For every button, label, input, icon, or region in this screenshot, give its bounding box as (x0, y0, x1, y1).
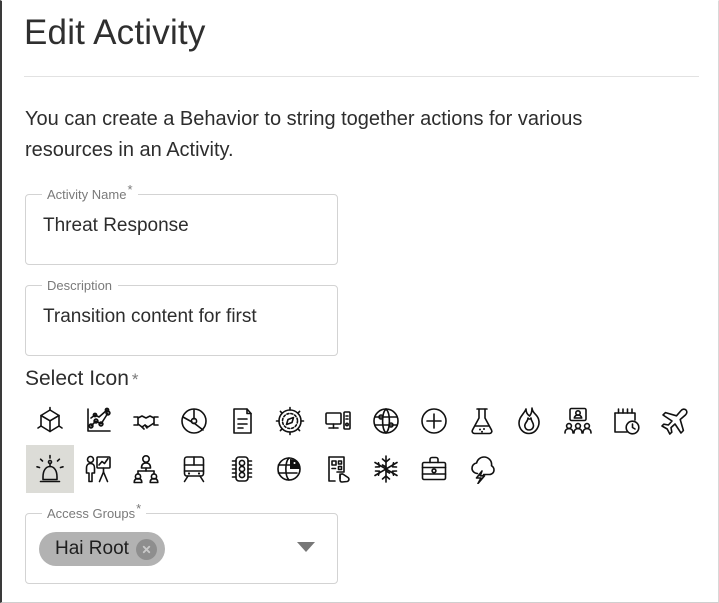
icon-option-flask-icon[interactable] (458, 397, 506, 445)
touch-panel-icon (328, 456, 350, 483)
icon-option-globe-pie-icon[interactable] (266, 445, 314, 493)
icon-option-compass-icon[interactable] (266, 397, 314, 445)
access-groups-label: Access Groups* (42, 502, 147, 521)
access-group-chip-label: Hai Root (55, 538, 129, 559)
globe-icon (373, 408, 399, 434)
access-group-chip[interactable]: Hai Root (39, 532, 165, 566)
description-input[interactable]: Transition content for first (43, 306, 328, 328)
icon-option-handshake-icon[interactable] (122, 397, 170, 445)
close-icon[interactable] (135, 538, 157, 560)
icon-option-calendar-clock-icon[interactable] (602, 397, 650, 445)
header-divider (24, 76, 699, 77)
icon-option-briefcase-icon[interactable] (410, 445, 458, 493)
document-icon (233, 408, 252, 434)
icon-option-plus-circle-icon[interactable] (410, 397, 458, 445)
plus-circle-icon (421, 408, 447, 434)
activity-name-label: Activity Name* (42, 183, 138, 202)
activity-name-field[interactable]: Activity Name* Threat Response (25, 183, 338, 265)
access-groups-label-text: Access Groups (47, 506, 136, 521)
icon-option-fire-icon[interactable] (506, 397, 554, 445)
video-conference-icon (564, 407, 592, 434)
compass-icon (275, 406, 305, 436)
select-icon-heading-text: Select Icon (25, 367, 129, 390)
line-chart-icon (87, 407, 111, 432)
icon-option-touch-panel-icon[interactable] (314, 445, 362, 493)
description-label-text: Description (47, 278, 113, 293)
icon-option-line-chart-icon[interactable] (74, 397, 122, 445)
briefcase-icon (421, 456, 447, 481)
airplane-icon (661, 408, 688, 435)
description-label: Description (42, 278, 119, 293)
icon-option-desktop-computer-icon[interactable] (314, 397, 362, 445)
desktop-computer-icon (325, 411, 351, 430)
activity-name-label-text: Activity Name (47, 187, 127, 202)
description-field[interactable]: Description Transition content for first (25, 278, 338, 356)
icon-option-pie-chart-circle-icon[interactable] (170, 397, 218, 445)
traffic-light-icon (231, 456, 253, 482)
globe-pie-icon (277, 457, 301, 481)
icon-option-storm-cloud-icon[interactable] (458, 445, 506, 493)
train-icon (183, 456, 205, 483)
snowflake-icon (374, 455, 398, 483)
page-title: Edit Activity (24, 13, 206, 52)
handshake-icon (133, 415, 159, 430)
icon-option-siren-alarm-icon[interactable] (26, 445, 74, 493)
edit-activity-dialog: Edit Activity You can create a Behavior … (0, 0, 719, 603)
activity-name-input[interactable]: Threat Response (43, 215, 328, 237)
storm-cloud-icon (471, 456, 495, 484)
required-asterisk: * (127, 181, 133, 197)
org-chart-people-icon (133, 454, 159, 484)
icon-picker-grid[interactable] (26, 397, 706, 493)
calendar-clock-icon (614, 408, 640, 435)
icon-option-airplane-icon[interactable] (650, 397, 698, 445)
icon-option-train-icon[interactable] (170, 445, 218, 493)
presenter-person-icon (85, 455, 111, 483)
icon-option-cube-icon[interactable] (26, 397, 74, 445)
required-asterisk: * (136, 500, 142, 516)
icon-option-document-icon[interactable] (218, 397, 266, 445)
icon-option-traffic-light-icon[interactable] (218, 445, 266, 493)
icon-option-presenter-person-icon[interactable] (74, 445, 122, 493)
chevron-down-icon[interactable] (297, 542, 315, 552)
icon-option-org-chart-people-icon[interactable] (122, 445, 170, 493)
intro-description: You can create a Behavior to string toge… (25, 108, 583, 161)
siren-alarm-icon (36, 454, 64, 483)
select-icon-heading: Select Icon * (25, 367, 139, 391)
flask-icon (471, 408, 493, 435)
cube-icon (37, 406, 63, 433)
fire-icon (518, 407, 540, 435)
icon-option-video-conference-icon[interactable] (554, 397, 602, 445)
icon-option-snowflake-icon[interactable] (362, 445, 410, 493)
icon-option-globe-icon[interactable] (362, 397, 410, 445)
pie-chart-circle-icon (181, 408, 207, 434)
required-asterisk: * (131, 370, 139, 389)
access-groups-field[interactable]: Access Groups* Hai Root (25, 502, 338, 584)
